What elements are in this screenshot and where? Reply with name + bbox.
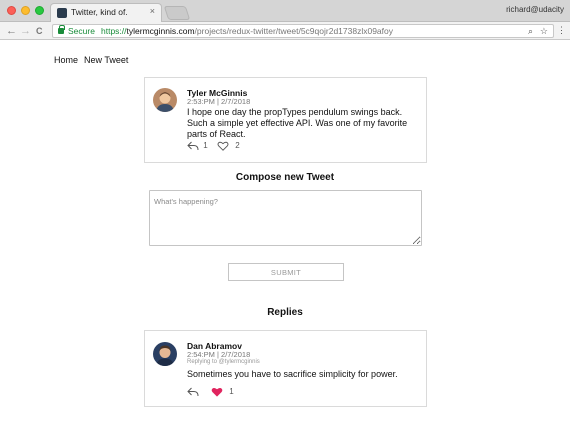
back-icon[interactable]: ← xyxy=(6,24,17,38)
url-text[interactable]: https://tylermcginnis.com/projects/redux… xyxy=(101,26,393,36)
heart-filled-icon xyxy=(211,387,223,397)
reply-button[interactable] xyxy=(187,387,199,397)
compose-textarea[interactable] xyxy=(149,190,422,246)
reply-button[interactable]: 1 xyxy=(187,141,208,151)
heart-outline-icon xyxy=(217,141,229,151)
url-scheme: https:// xyxy=(101,26,127,36)
profile-name[interactable]: richard@udacity xyxy=(506,5,564,14)
like-button[interactable]: 1 xyxy=(211,387,234,397)
avatar xyxy=(153,342,177,366)
reply-icon xyxy=(187,387,199,397)
close-window-icon[interactable] xyxy=(7,6,16,15)
address-bar[interactable]: Secure https://tylermcginnis.com/project… xyxy=(52,24,554,38)
forward-icon[interactable]: → xyxy=(20,24,31,38)
like-button[interactable]: 2 xyxy=(217,141,240,151)
secure-label: Secure xyxy=(68,26,95,36)
favicon-icon xyxy=(57,8,67,18)
avatar xyxy=(153,88,177,112)
compose-title: Compose new Tweet xyxy=(235,172,335,183)
tweet-card[interactable]: Tyler McGinnis 2:53:PM | 2/7/2018 I hope… xyxy=(144,77,427,163)
reply-text: Sometimes you have to sacrifice simplici… xyxy=(187,369,398,379)
zoom-icon[interactable]: ⌕ xyxy=(528,26,533,37)
minimize-window-icon[interactable] xyxy=(21,6,30,15)
like-count: 2 xyxy=(235,141,240,151)
tweet-text: I hope one day the propTypes pendulum sw… xyxy=(187,107,408,139)
browser-menu-icon[interactable]: ⋮ xyxy=(557,25,566,36)
reply-count: 1 xyxy=(203,141,208,151)
url-path: /projects/redux-twitter/tweet/5c9qojr2d1… xyxy=(194,26,393,36)
page-content: Home New Tweet Tyler McGinnis 2:53:PM | … xyxy=(0,41,570,428)
replies-title: Replies xyxy=(267,307,303,318)
nav-home-link[interactable]: Home xyxy=(54,55,78,65)
nav-new-tweet-link[interactable]: New Tweet xyxy=(84,55,128,65)
maximize-window-icon[interactable] xyxy=(35,6,44,15)
like-count: 1 xyxy=(229,387,234,397)
submit-button[interactable]: SUBMIT xyxy=(228,263,344,281)
browser-titlebar: Twitter, kind of. × richard@udacity xyxy=(0,0,570,22)
tab-title: Twitter, kind of. xyxy=(71,7,128,17)
url-host: tylermcginnis.com xyxy=(126,26,195,36)
tweet-timestamp: 2:53:PM | 2/7/2018 xyxy=(187,97,251,106)
lock-icon xyxy=(58,25,65,34)
new-tab-button[interactable] xyxy=(163,6,191,20)
reply-tweet-card[interactable]: Dan Abramov 2:54:PM | 2/7/2018 Replying … xyxy=(144,330,427,407)
avatar-photo-icon xyxy=(153,342,177,366)
browser-tab[interactable]: Twitter, kind of. × xyxy=(50,3,162,22)
tab-close-icon[interactable]: × xyxy=(150,6,155,16)
browser-toolbar: ← → C Secure https://tylermcginnis.com/p… xyxy=(0,22,570,40)
replying-to-label: Replying to @tylermcginnis xyxy=(187,359,260,365)
reload-icon[interactable]: C xyxy=(36,24,43,38)
bookmark-star-icon[interactable]: ☆ xyxy=(540,26,548,37)
reply-icon xyxy=(187,141,199,151)
avatar-photo-icon xyxy=(153,88,177,112)
reply-timestamp: 2:54:PM | 2/7/2018 xyxy=(187,350,251,359)
